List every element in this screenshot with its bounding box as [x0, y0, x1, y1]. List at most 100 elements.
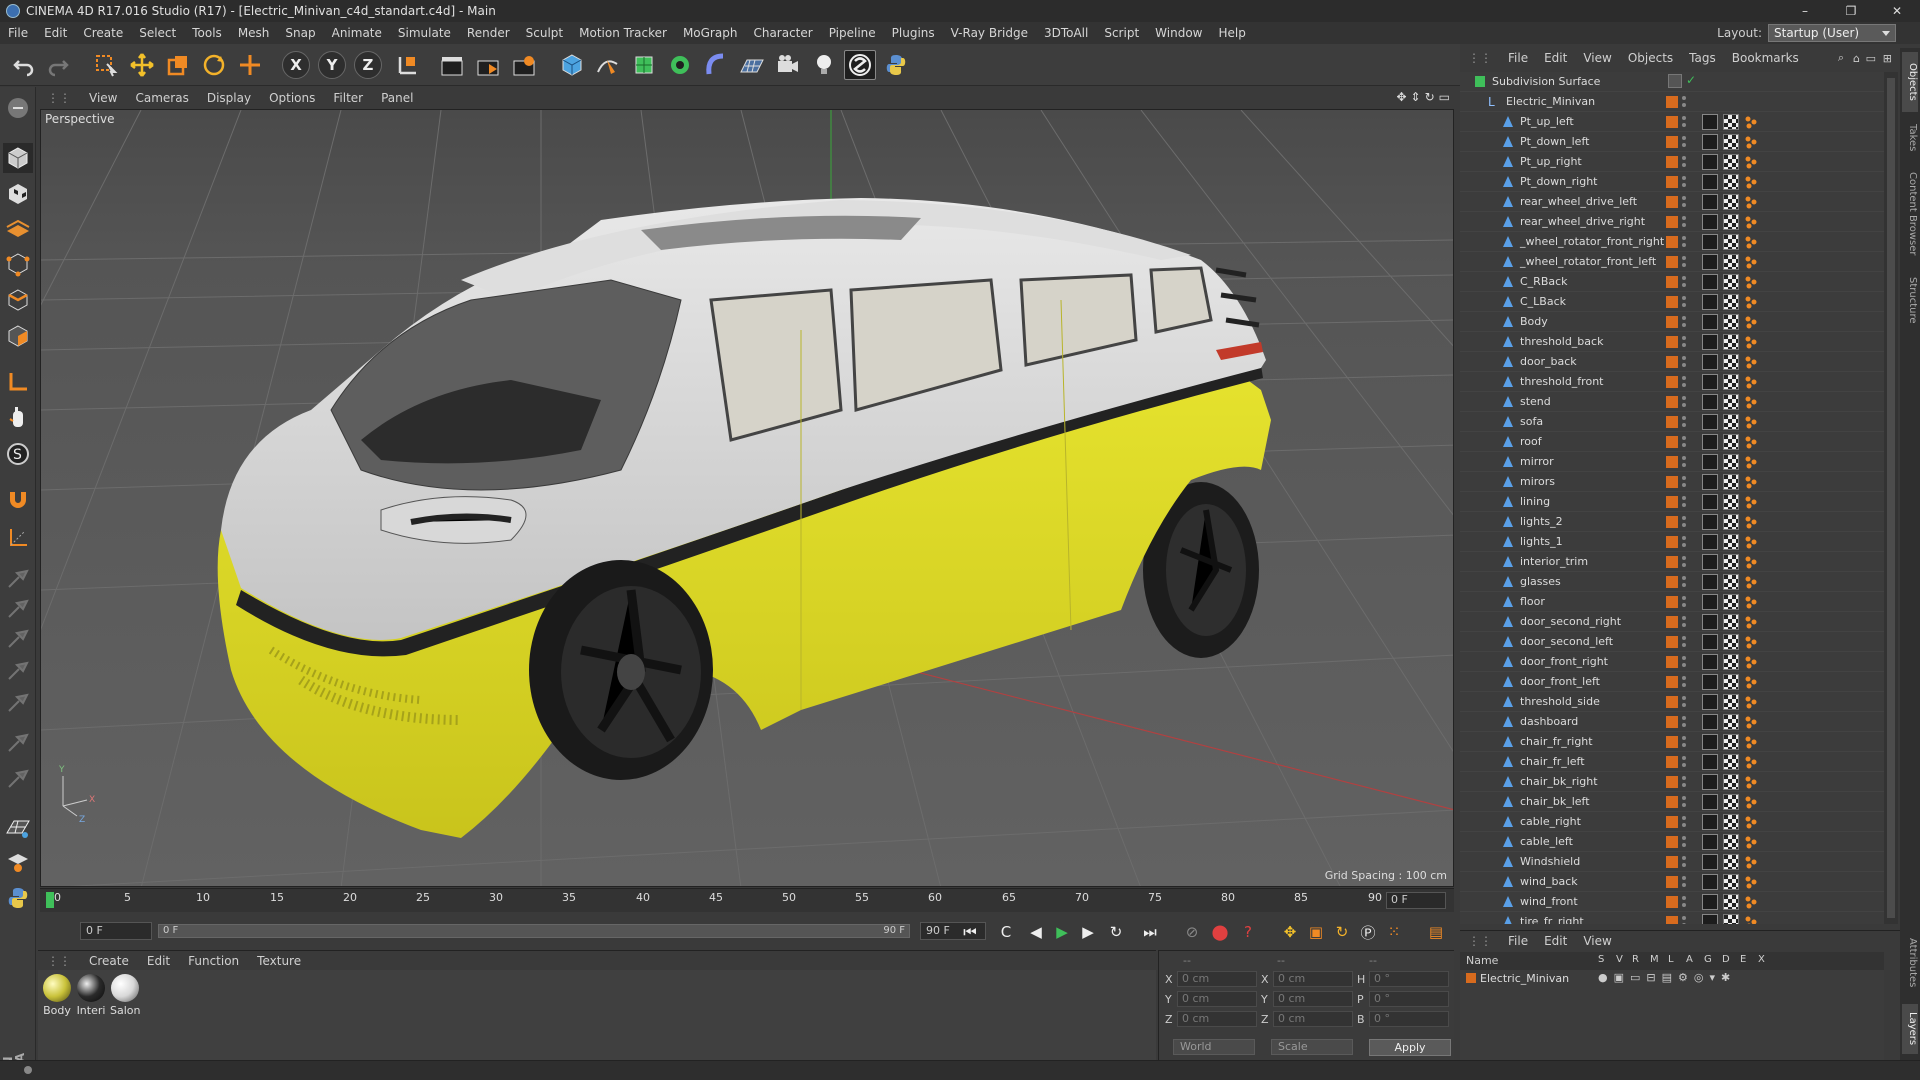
object-name[interactable]: Subdivision Surface	[1492, 75, 1600, 88]
pen-spline-button[interactable]	[592, 50, 624, 80]
axis-mode-button[interactable]	[3, 367, 33, 397]
uvw-tag-icon[interactable]	[1723, 234, 1739, 250]
visibility-dots-icon[interactable]	[1682, 395, 1686, 409]
object-menu-objects[interactable]: Objects	[1620, 51, 1681, 65]
material-tag-icon[interactable]	[1702, 474, 1718, 490]
search-icon[interactable]: ⌕	[1838, 51, 1844, 65]
visibility-dots-icon[interactable]	[1682, 135, 1686, 149]
uvw-tag-icon[interactable]	[1723, 394, 1739, 410]
selection-tag-icon[interactable]	[1744, 495, 1758, 509]
object-row[interactable]: interior_trim	[1460, 552, 1884, 572]
object-row[interactable]: cable_left	[1460, 832, 1884, 852]
object-row[interactable]: door_back	[1460, 352, 1884, 372]
selection-tag-icon[interactable]	[1744, 675, 1758, 689]
texture-mode-button[interactable]	[3, 179, 33, 209]
visibility-dots-icon[interactable]	[1682, 715, 1686, 729]
rotation-b-field[interactable]: 0 °	[1369, 1011, 1449, 1027]
rotate-button[interactable]	[198, 50, 230, 80]
visibility-dots-icon[interactable]	[1682, 95, 1686, 109]
layer-color-icon[interactable]	[1666, 736, 1678, 748]
visibility-dots-icon[interactable]	[1682, 895, 1686, 909]
menu-window[interactable]: Window	[1147, 22, 1210, 44]
uvw-tag-icon[interactable]	[1723, 294, 1739, 310]
motion-record-button[interactable]: ⊘	[1180, 920, 1204, 944]
material-tag-icon[interactable]	[1702, 894, 1718, 910]
python-script-button[interactable]	[3, 883, 33, 913]
material-tag-icon[interactable]	[1702, 634, 1718, 650]
object-row[interactable]: rear_wheel_drive_right	[1460, 212, 1884, 232]
grid-snap-button[interactable]	[3, 813, 33, 843]
undo-button[interactable]	[8, 50, 40, 80]
vray-button[interactable]	[844, 50, 876, 80]
uvw-tag-icon[interactable]	[1723, 374, 1739, 390]
selection-tag-icon[interactable]	[1744, 455, 1758, 469]
key-pla-button[interactable]: ⁙	[1382, 920, 1406, 944]
object-name[interactable]: wind_back	[1520, 875, 1578, 888]
material-tag-icon[interactable]	[1702, 814, 1718, 830]
layer-color-icon[interactable]	[1666, 776, 1678, 788]
key-rotation-button[interactable]: ↻	[1330, 920, 1354, 944]
object-row[interactable]: chair_bk_left	[1460, 792, 1884, 812]
layer-color-icon[interactable]	[1666, 136, 1678, 148]
autokey-button[interactable]: ?	[1236, 920, 1260, 944]
selection-tag-icon[interactable]	[1744, 575, 1758, 589]
selection-tag-icon[interactable]	[1744, 215, 1758, 229]
layer-color-icon[interactable]	[1666, 296, 1678, 308]
material-tag-icon[interactable]	[1702, 554, 1718, 570]
make-editable-button[interactable]	[3, 93, 33, 123]
record-active-button[interactable]: ⬤	[1208, 920, 1232, 944]
selection-tag-icon[interactable]	[1744, 695, 1758, 709]
uvw-tag-icon[interactable]	[1723, 654, 1739, 670]
uvw-tag-icon[interactable]	[1723, 134, 1739, 150]
material-salon[interactable]: Salon	[110, 974, 140, 1017]
visibility-dots-icon[interactable]	[1682, 295, 1686, 309]
object-name[interactable]: chair_fr_right	[1520, 735, 1593, 748]
selection-tag-icon[interactable]	[1744, 275, 1758, 289]
viewport-pan-icon[interactable]: ✥	[1396, 90, 1406, 104]
material-tag-icon[interactable]	[1702, 514, 1718, 530]
material-tag-icon[interactable]	[1702, 234, 1718, 250]
brush-tool-2-button[interactable]	[3, 593, 33, 623]
menu-file[interactable]: File	[0, 22, 36, 44]
material-tag-icon[interactable]	[1702, 494, 1718, 510]
layer-name[interactable]: Electric_Minivan	[1480, 972, 1569, 985]
python-button[interactable]	[880, 50, 912, 80]
object-row[interactable]: mirror	[1460, 452, 1884, 472]
object-name[interactable]: Pt_down_right	[1520, 175, 1597, 188]
object-menu-view[interactable]: View	[1575, 51, 1619, 65]
workplane-button[interactable]	[3, 213, 33, 243]
object-row[interactable]: _wheel_rotator_front_left	[1460, 252, 1884, 272]
3d-viewport[interactable]: Y X Z Perspective Grid Spacing : 100 cm	[40, 109, 1454, 887]
object-name[interactable]: C_LBack	[1520, 295, 1566, 308]
object-name[interactable]: roof	[1520, 435, 1542, 448]
object-name[interactable]: dashboard	[1520, 715, 1578, 728]
maximize-button[interactable]: ❐	[1828, 0, 1874, 22]
material-interior[interactable]: Interi	[76, 974, 106, 1017]
layer-color-icon[interactable]	[1666, 536, 1678, 548]
current-frame-field[interactable]: 0 F	[1386, 892, 1446, 909]
object-name[interactable]: door_front_left	[1520, 675, 1600, 688]
tab-objects[interactable]: Objects	[1902, 52, 1918, 112]
selection-tag-icon[interactable]	[1744, 315, 1758, 329]
visibility-dots-icon[interactable]	[1682, 575, 1686, 589]
layer-color-icon[interactable]	[1666, 216, 1678, 228]
layer-color-icon[interactable]	[1666, 156, 1678, 168]
uvw-tag-icon[interactable]	[1723, 674, 1739, 690]
material-tag-icon[interactable]	[1702, 594, 1718, 610]
object-name[interactable]: rear_wheel_drive_right	[1520, 215, 1645, 228]
selection-tag-icon[interactable]	[1744, 155, 1758, 169]
layer-toggle-icons[interactable]: ●▣▭⊟▤⚙◎▾✱	[1598, 971, 1736, 984]
selection-tag-icon[interactable]	[1744, 415, 1758, 429]
material-tag-icon[interactable]	[1702, 354, 1718, 370]
selection-tag-icon[interactable]	[1744, 435, 1758, 449]
selection-tag-icon[interactable]	[1744, 255, 1758, 269]
layer-color-icon[interactable]	[1666, 476, 1678, 488]
object-row[interactable]: Pt_up_left	[1460, 112, 1884, 132]
visibility-dots-icon[interactable]	[1682, 495, 1686, 509]
viewport-menu-display[interactable]: Display	[198, 91, 260, 105]
object-name[interactable]: Pt_down_left	[1520, 135, 1589, 148]
selection-tag-icon[interactable]	[1744, 335, 1758, 349]
uvw-tag-icon[interactable]	[1723, 254, 1739, 270]
menu-render[interactable]: Render	[459, 22, 518, 44]
selection-tag-icon[interactable]	[1744, 835, 1758, 849]
